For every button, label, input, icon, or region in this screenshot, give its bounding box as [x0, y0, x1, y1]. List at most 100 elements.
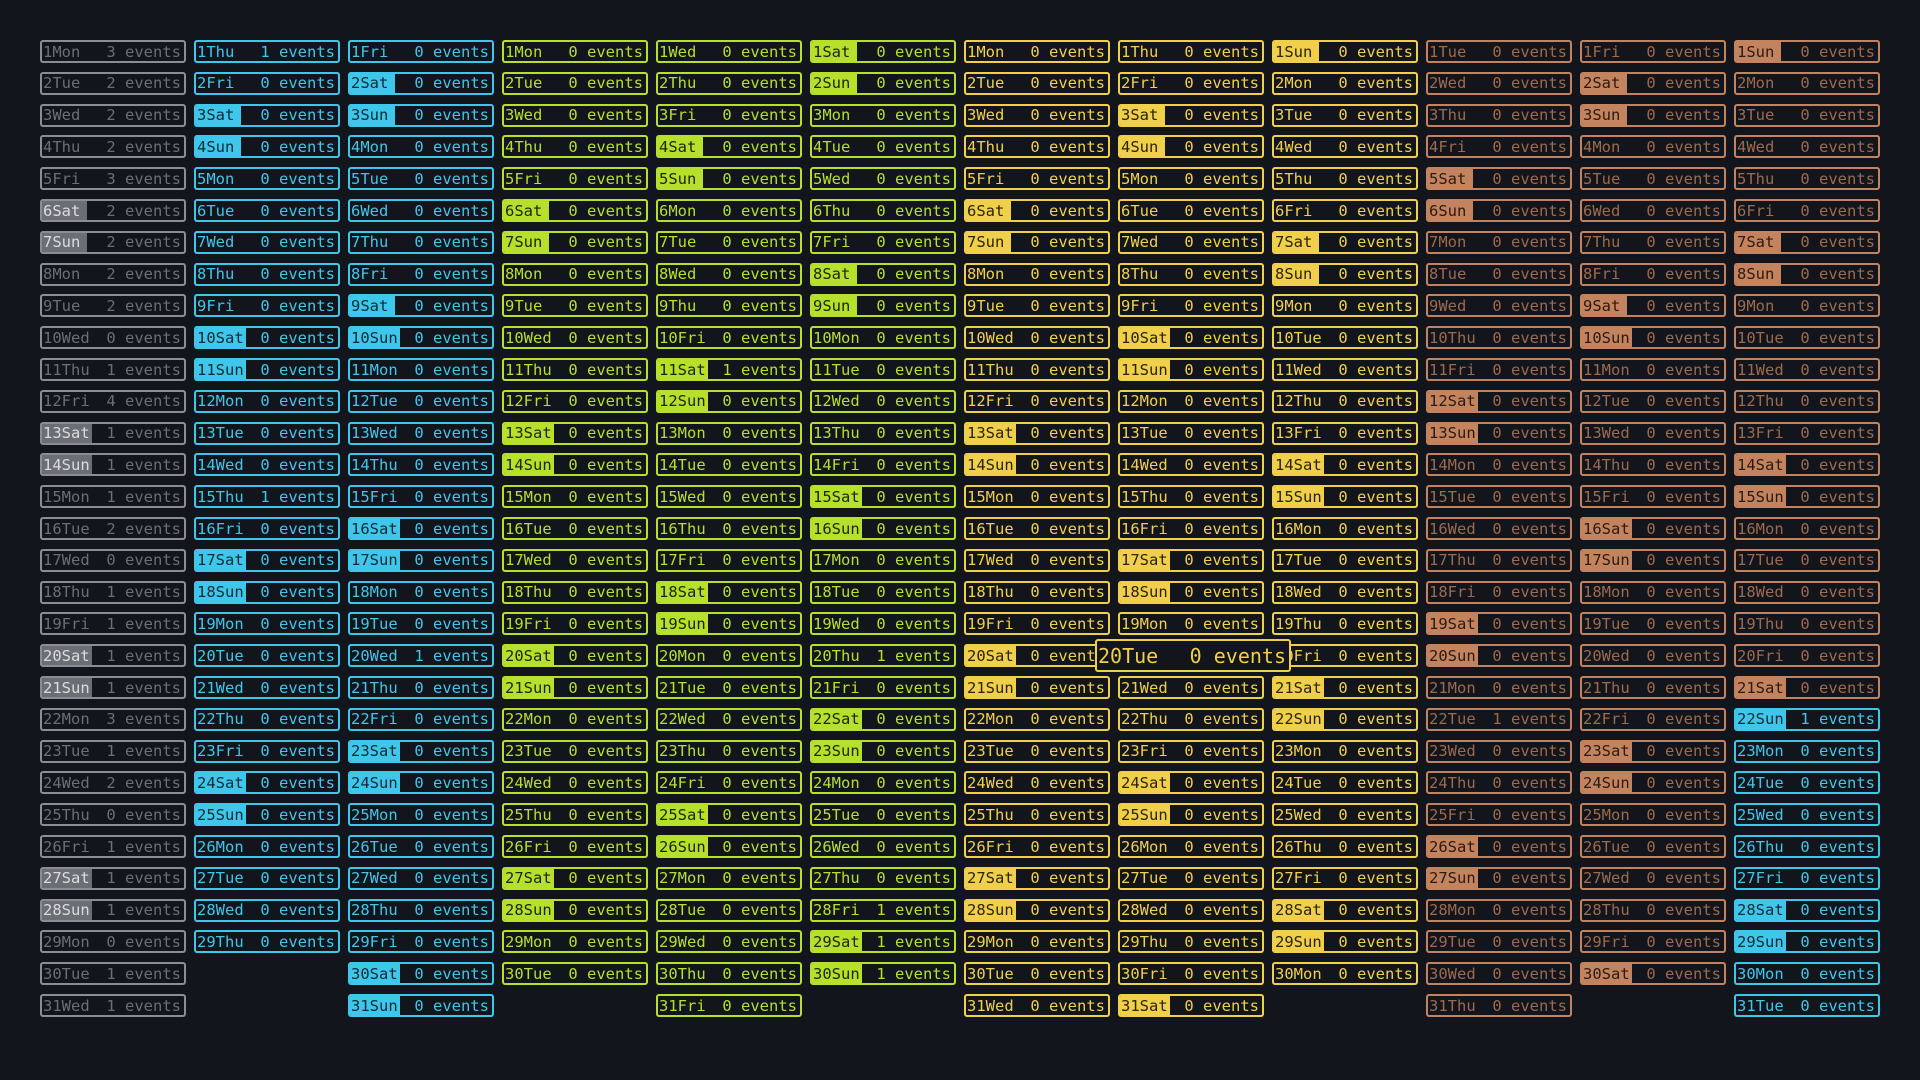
day-cell[interactable]: 10Tue 0 events: [1272, 326, 1418, 350]
day-cell[interactable]: 25Thu 0 events: [40, 803, 186, 827]
day-cell[interactable]: 9Tue 0 events: [964, 294, 1110, 318]
day-cell[interactable]: 18Mon 0 events: [1580, 580, 1726, 604]
day-cell[interactable]: 29Sat 1 events: [810, 930, 956, 954]
day-cell[interactable]: 24Wed 0 events: [964, 771, 1110, 795]
day-cell[interactable]: 19Sat 0 events: [1426, 612, 1572, 636]
day-cell[interactable]: 28Sat 0 events: [1734, 898, 1880, 922]
day-cell[interactable]: 12Mon 0 events: [194, 389, 340, 413]
day-cell[interactable]: 31Wed 0 events: [964, 994, 1110, 1017]
day-cell[interactable]: 15Thu 1 events: [194, 485, 340, 509]
day-cell[interactable]: 16Sun 0 events: [810, 517, 956, 540]
day-cell[interactable]: 26Tue 0 events: [348, 835, 494, 858]
day-cell[interactable]: 23Fri 0 events: [1118, 739, 1264, 763]
day-cell[interactable]: 21Wed 0 events: [1118, 676, 1264, 699]
day-cell[interactable]: 9Sat 0 events: [1580, 294, 1726, 318]
day-cell[interactable]: 14Sat 0 events: [1734, 453, 1880, 477]
day-cell[interactable]: 22Fri 0 events: [1580, 707, 1726, 731]
day-cell[interactable]: 25Wed 0 events: [1734, 803, 1880, 827]
day-cell[interactable]: 4Wed 0 events: [1734, 135, 1880, 159]
day-cell[interactable]: 30Tue 0 events: [502, 962, 648, 986]
day-cell[interactable]: 21Thu 0 events: [1580, 676, 1726, 699]
day-cell[interactable]: 13Mon 0 events: [656, 421, 802, 445]
day-cell[interactable]: 10Tue 0 events: [1734, 326, 1880, 350]
day-cell[interactable]: 7Sat 0 events: [1734, 230, 1880, 254]
day-cell[interactable]: 22Mon 3 events: [40, 707, 186, 731]
day-cell[interactable]: 13Sun 0 events: [1426, 421, 1572, 445]
day-cell[interactable]: 18Sun 0 events: [1118, 580, 1264, 604]
day-cell[interactable]: 23Tue 0 events: [964, 739, 1110, 763]
day-cell[interactable]: 17Thu 0 events: [1426, 548, 1572, 572]
day-cell[interactable]: 16Fri 0 events: [1118, 517, 1264, 540]
day-cell[interactable]: 7Thu 0 events: [348, 230, 494, 254]
day-cell[interactable]: 29Fri 0 events: [348, 930, 494, 954]
day-cell[interactable]: 24Sat 0 events: [194, 771, 340, 795]
day-cell[interactable]: 3Wed 2 events: [40, 103, 186, 127]
day-cell[interactable]: 4Tue 0 events: [810, 135, 956, 159]
day-cell[interactable]: 2Mon 0 events: [1272, 71, 1418, 95]
day-cell[interactable]: 22Tue 1 events: [1426, 707, 1572, 731]
day-cell[interactable]: 7Sun 2 events: [40, 230, 186, 254]
day-cell[interactable]: 23Thu 0 events: [656, 739, 802, 763]
day-cell[interactable]: 1Sat 0 events: [810, 40, 956, 63]
day-cell[interactable]: 6Fri 0 events: [1272, 199, 1418, 222]
day-cell[interactable]: 2Sat 0 events: [1580, 71, 1726, 95]
day-cell[interactable]: 18Wed 0 events: [1272, 580, 1418, 604]
day-cell[interactable]: 21Sat 0 events: [1734, 676, 1880, 699]
day-cell[interactable]: 20Wed 1 events: [348, 644, 494, 668]
day-cell[interactable]: 7Mon 0 events: [1426, 230, 1572, 254]
day-cell[interactable]: 27Mon 0 events: [656, 866, 802, 890]
day-cell[interactable]: 5Fri 3 events: [40, 167, 186, 191]
day-cell[interactable]: 16Mon 0 events: [1272, 517, 1418, 540]
day-cell[interactable]: 19Mon 0 events: [194, 612, 340, 636]
day-cell[interactable]: 21Sun 0 events: [502, 676, 648, 699]
day-cell[interactable]: 9Fri 0 events: [1118, 294, 1264, 318]
day-cell[interactable]: 20Tue 0 events: [1095, 639, 1291, 673]
day-cell[interactable]: 20Sat 0 events: [964, 644, 1110, 668]
day-cell[interactable]: 14Thu 0 events: [1580, 453, 1726, 477]
day-cell[interactable]: 23Tue 1 events: [40, 739, 186, 763]
day-cell[interactable]: 5Mon 0 events: [194, 167, 340, 191]
day-cell[interactable]: 7Thu 0 events: [1580, 230, 1726, 254]
day-cell[interactable]: 27Fri 0 events: [1734, 866, 1880, 890]
day-cell[interactable]: 2Sat 0 events: [348, 71, 494, 95]
day-cell[interactable]: 28Wed 0 events: [1118, 898, 1264, 922]
day-cell[interactable]: 17Tue 0 events: [1272, 548, 1418, 572]
day-cell[interactable]: 28Fri 1 events: [810, 898, 956, 922]
day-cell[interactable]: 14Thu 0 events: [348, 453, 494, 477]
day-cell[interactable]: 28Sun 1 events: [40, 898, 186, 922]
day-cell[interactable]: 13Fri 0 events: [1272, 421, 1418, 445]
day-cell[interactable]: 25Thu 0 events: [964, 803, 1110, 827]
day-cell[interactable]: 31Sat 0 events: [1118, 994, 1264, 1017]
day-cell[interactable]: 22Sun 0 events: [1272, 707, 1418, 731]
day-cell[interactable]: 14Wed 0 events: [194, 453, 340, 477]
day-cell[interactable]: 28Wed 0 events: [194, 898, 340, 922]
day-cell[interactable]: 24Thu 0 events: [1426, 771, 1572, 795]
day-cell[interactable]: 3Sun 0 events: [348, 103, 494, 127]
day-cell[interactable]: 28Thu 0 events: [1580, 898, 1726, 922]
day-cell[interactable]: 4Mon 0 events: [348, 135, 494, 159]
day-cell[interactable]: 18Sun 0 events: [194, 580, 340, 604]
day-cell[interactable]: 3Wed 0 events: [964, 103, 1110, 127]
day-cell[interactable]: 16Wed 0 events: [1426, 517, 1572, 540]
day-cell[interactable]: 10Sat 0 events: [1118, 326, 1264, 350]
day-cell[interactable]: 9Sat 0 events: [348, 294, 494, 318]
day-cell[interactable]: 13Wed 0 events: [348, 421, 494, 445]
day-cell[interactable]: 1Sun 0 events: [1734, 40, 1880, 63]
day-cell[interactable]: 2Wed 0 events: [1426, 71, 1572, 95]
day-cell[interactable]: 30Mon 0 events: [1734, 962, 1880, 986]
day-cell[interactable]: 26Sun 0 events: [656, 835, 802, 858]
day-cell[interactable]: 16Fri 0 events: [194, 517, 340, 540]
day-cell[interactable]: 28Tue 0 events: [656, 898, 802, 922]
day-cell[interactable]: 12Sat 0 events: [1426, 389, 1572, 413]
day-cell[interactable]: 4Fri 0 events: [1426, 135, 1572, 159]
day-cell[interactable]: 30Mon 0 events: [1272, 962, 1418, 986]
day-cell[interactable]: 12Tue 0 events: [1580, 389, 1726, 413]
day-cell[interactable]: 30Tue 1 events: [40, 962, 186, 986]
day-cell[interactable]: 7Wed 0 events: [194, 230, 340, 254]
day-cell[interactable]: 29Sun 0 events: [1272, 930, 1418, 954]
day-cell[interactable]: 24Tue 0 events: [1734, 771, 1880, 795]
day-cell[interactable]: 8Wed 0 events: [656, 262, 802, 286]
day-cell[interactable]: 19Wed 0 events: [810, 612, 956, 636]
day-cell[interactable]: 6Thu 0 events: [810, 199, 956, 222]
day-cell[interactable]: 24Sat 0 events: [1118, 771, 1264, 795]
